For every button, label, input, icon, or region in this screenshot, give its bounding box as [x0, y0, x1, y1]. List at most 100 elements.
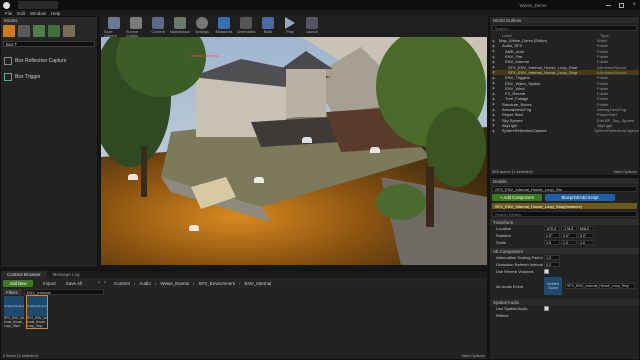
occlusion-input[interactable]: 0.2 [544, 262, 560, 267]
blueprint-script-button[interactable]: Blueprint/Add Script [545, 194, 615, 201]
content-button[interactable]: Content [148, 15, 168, 39]
details-tab[interactable]: Details [490, 178, 639, 184]
scale-y-input[interactable]: 1.0 [561, 240, 577, 245]
save-current-button[interactable]: Save Current [104, 15, 124, 39]
cinematics-button[interactable]: Cinematics [236, 15, 256, 39]
ambient-sound-icon[interactable] [128, 174, 138, 180]
settings-button[interactable]: Settings [192, 15, 212, 39]
geometry-mode-icon[interactable] [63, 25, 75, 37]
maximize-icon[interactable] [619, 2, 625, 8]
build-button[interactable]: Build [258, 15, 278, 39]
title-bar: Weise_Demo × [0, 0, 640, 10]
rotation-y-input[interactable]: 0.0° [561, 233, 577, 238]
attenuation-row: Attenuation Scaling Factor 1.0 [490, 254, 639, 261]
use-reverb-checkbox[interactable] [544, 269, 549, 274]
filters-button[interactable]: Filters [3, 289, 21, 295]
viewport-warning: ...default objects) [188, 53, 219, 58]
outliner-view-options[interactable]: View Options [614, 169, 638, 174]
visibility-eye-icon[interactable]: ◉ [492, 39, 499, 43]
location-z-input[interactable]: 608.0 [578, 226, 594, 231]
visibility-eye-icon[interactable]: ◉ [492, 86, 499, 90]
add-new-button[interactable]: Add New [3, 279, 33, 287]
menu-help[interactable]: Help [51, 11, 60, 16]
location-y-input[interactable]: -178.5 [561, 226, 577, 231]
save-all-button[interactable]: Save All [66, 281, 82, 286]
tab-content-browser[interactable]: Content Browser [1, 271, 47, 278]
use-spatial-checkbox[interactable] [544, 306, 549, 311]
close-icon[interactable]: × [632, 2, 636, 8]
breadcrumb-item[interactable]: SFX_Environment [199, 281, 236, 286]
ambient-sound-icon[interactable] [370, 147, 380, 153]
menu-window[interactable]: Window [30, 11, 46, 16]
details-button-row: + Add Component Blueprint/Add Script [490, 194, 639, 201]
asset-tile-selected[interactable]: AmbientSound SFX_ENV_Internal_House_Loop… [26, 295, 48, 329]
modes-search-input[interactable]: Box T [3, 41, 95, 47]
visibility-eye-icon[interactable]: ◉ [492, 108, 499, 112]
content-search-input[interactable]: ENV_Internal [23, 289, 104, 295]
visibility-eye-icon[interactable]: ◉ [492, 102, 499, 106]
blueprints-button[interactable]: Blueprints [214, 15, 234, 39]
actor-name-field[interactable]: SFX_ENV_Internal_House_Loop_Sto [492, 186, 637, 192]
foliage-mode-icon[interactable] [48, 25, 60, 37]
details-panel: Details SFX_ENV_Internal_House_Loop_Sto … [489, 177, 640, 360]
ambient-sound-icon[interactable] [254, 177, 264, 183]
reflect-row: Reflect [496, 313, 509, 318]
modes-result-item[interactable]: Box Trigger [1, 71, 97, 83]
scale-x-input[interactable]: 1.0 [544, 240, 560, 245]
level-tab[interactable] [18, 1, 58, 9]
breadcrumb-item[interactable]: ENV_Internal [245, 281, 272, 286]
visibility-eye-icon[interactable]: ◉ [492, 92, 499, 96]
visibility-eye-icon[interactable]: ◉ [492, 65, 499, 69]
visibility-eye-icon[interactable]: ◉ [492, 44, 499, 48]
visibility-eye-icon[interactable]: ◉ [492, 49, 499, 53]
breadcrumb-item[interactable]: Weise_Events [160, 281, 189, 286]
visibility-eye-icon[interactable]: ◉ [492, 97, 499, 101]
source-control-button[interactable]: Source Control [126, 15, 146, 39]
scale-z-input[interactable]: 1.0 [578, 240, 594, 245]
menu-file[interactable]: File [5, 11, 12, 16]
outliner-row[interactable]: ◉ SphereReflectionCapture SphereReflection… [492, 128, 639, 133]
asset-tile[interactable]: AmbientSound SFX_ENV_Internal_House_Loop… [4, 296, 24, 328]
import-button[interactable]: Import [43, 281, 56, 286]
minimize-icon[interactable] [606, 4, 612, 6]
content-view-options[interactable]: View Options [462, 353, 486, 358]
visibility-eye-icon[interactable]: ◉ [492, 118, 499, 122]
visibility-eye-icon[interactable]: ◉ [492, 81, 499, 85]
place-mode-icon[interactable] [3, 25, 15, 37]
attenuation-input[interactable]: 1.0 [544, 255, 560, 260]
visibility-eye-icon[interactable]: ◉ [492, 55, 499, 59]
add-component-button[interactable]: + Add Component [492, 194, 542, 201]
details-search-input[interactable]: Search Details [492, 211, 637, 217]
marketplace-button[interactable]: Marketplace [170, 15, 190, 39]
breadcrumb: Content › Audio › Weise_Events › SFX_Env… [114, 280, 272, 286]
visibility-eye-icon[interactable]: ◉ [492, 123, 499, 127]
visibility-eye-icon[interactable]: ◉ [492, 76, 499, 80]
modes-result-item[interactable]: Box Reflection Capture [1, 55, 97, 67]
tab-message-log[interactable]: Message Log [47, 272, 86, 277]
location-x-input[interactable]: -570.5 [544, 226, 560, 231]
ambient-sound-icon[interactable] [189, 225, 199, 231]
forward-icon[interactable]: › [104, 280, 106, 286]
rotation-x-input[interactable]: 0.0° [544, 233, 560, 238]
audio-event-value[interactable]: SFX_ENV_Internal_House_Loop_Stop [565, 283, 635, 289]
outliner-search-input[interactable]: Search... [492, 25, 637, 31]
paint-mode-icon[interactable] [18, 25, 30, 37]
project-title: Weise_Demo [519, 2, 547, 8]
visibility-eye-icon[interactable]: ◉ [492, 60, 499, 64]
menu-edit[interactable]: Edit [17, 11, 25, 16]
audio-event-thumbnail[interactable]: Ambient Sound [544, 277, 562, 295]
component-instance-row[interactable]: SFX_ENV_Internal_House_Loop_Stop(Instanc… [492, 203, 637, 209]
back-icon[interactable]: ‹ [98, 280, 100, 286]
play-button[interactable]: Play [280, 15, 300, 39]
outliner-tab[interactable]: World Outliner [490, 17, 639, 23]
visibility-eye-icon[interactable]: ◉ [492, 129, 499, 133]
level-viewport[interactable]: ...default objects) [101, 37, 487, 265]
breadcrumb-item[interactable]: Content [114, 281, 130, 286]
visibility-eye-icon[interactable]: ◉ [492, 70, 499, 74]
launch-button[interactable]: Launch [302, 15, 322, 39]
ambient-sound-icon[interactable] [302, 137, 312, 143]
rotation-z-input[interactable]: 0.0° [578, 233, 594, 238]
visibility-eye-icon[interactable]: ◉ [492, 113, 499, 117]
breadcrumb-item[interactable]: Audio [139, 281, 151, 286]
landscape-mode-icon[interactable] [33, 25, 45, 37]
